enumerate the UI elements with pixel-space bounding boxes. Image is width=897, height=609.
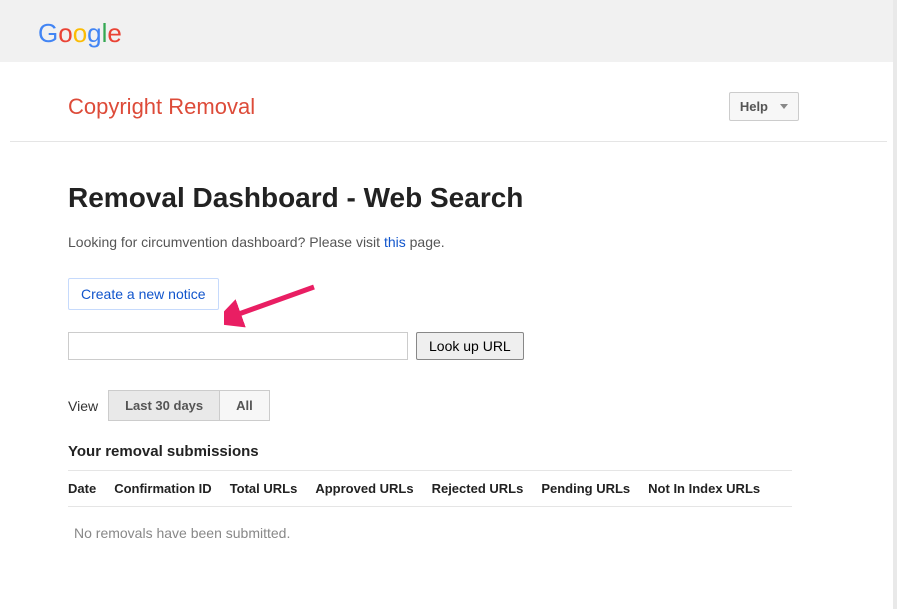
lookup-url-button[interactable]: Look up URL: [416, 332, 524, 360]
divider: [68, 506, 792, 507]
create-notice-button[interactable]: Create a new notice: [68, 278, 219, 310]
col-not-in-index-urls: Not In Index URLs: [648, 481, 760, 496]
logo-letter: o: [73, 18, 87, 48]
view-tabs: View Last 30 days All: [68, 390, 792, 421]
divider: [68, 470, 792, 471]
logo-letter: o: [58, 18, 72, 48]
logo-letter: G: [38, 18, 58, 48]
col-approved-urls: Approved URLs: [315, 481, 413, 496]
table-header-row: Date Confirmation ID Total URLs Approved…: [68, 481, 792, 506]
col-total-urls: Total URLs: [230, 481, 298, 496]
lookup-row: Look up URL: [68, 332, 792, 360]
url-input[interactable]: [68, 332, 408, 360]
logo-letter: e: [107, 18, 121, 48]
chevron-down-icon: [780, 104, 788, 109]
page-title: Removal Dashboard - Web Search: [68, 182, 792, 214]
page-description: Looking for circumvention dashboard? Ple…: [68, 234, 792, 250]
tab-all[interactable]: All: [220, 390, 270, 421]
col-confirmation-id: Confirmation ID: [114, 481, 212, 496]
logo-letter: g: [87, 18, 101, 48]
col-date: Date: [68, 481, 96, 496]
help-label: Help: [740, 99, 768, 114]
circumvention-link[interactable]: this: [384, 234, 406, 250]
topbar: Google: [0, 0, 897, 62]
view-label: View: [68, 398, 98, 414]
desc-text: page.: [406, 234, 445, 250]
col-pending-urls: Pending URLs: [541, 481, 630, 496]
empty-message: No removals have been submitted.: [68, 525, 792, 541]
col-rejected-urls: Rejected URLs: [432, 481, 524, 496]
help-button[interactable]: Help: [729, 92, 799, 121]
google-logo: Google: [38, 18, 897, 49]
page-header: Copyright Removal Help: [0, 62, 897, 121]
scrollbar-track: [893, 0, 897, 609]
tab-last-30-days[interactable]: Last 30 days: [108, 390, 220, 421]
desc-text: Looking for circumvention dashboard? Ple…: [68, 234, 384, 250]
main-content: Removal Dashboard - Web Search Looking f…: [0, 142, 830, 541]
header-title: Copyright Removal: [68, 94, 255, 120]
submissions-title: Your removal submissions: [68, 443, 792, 460]
